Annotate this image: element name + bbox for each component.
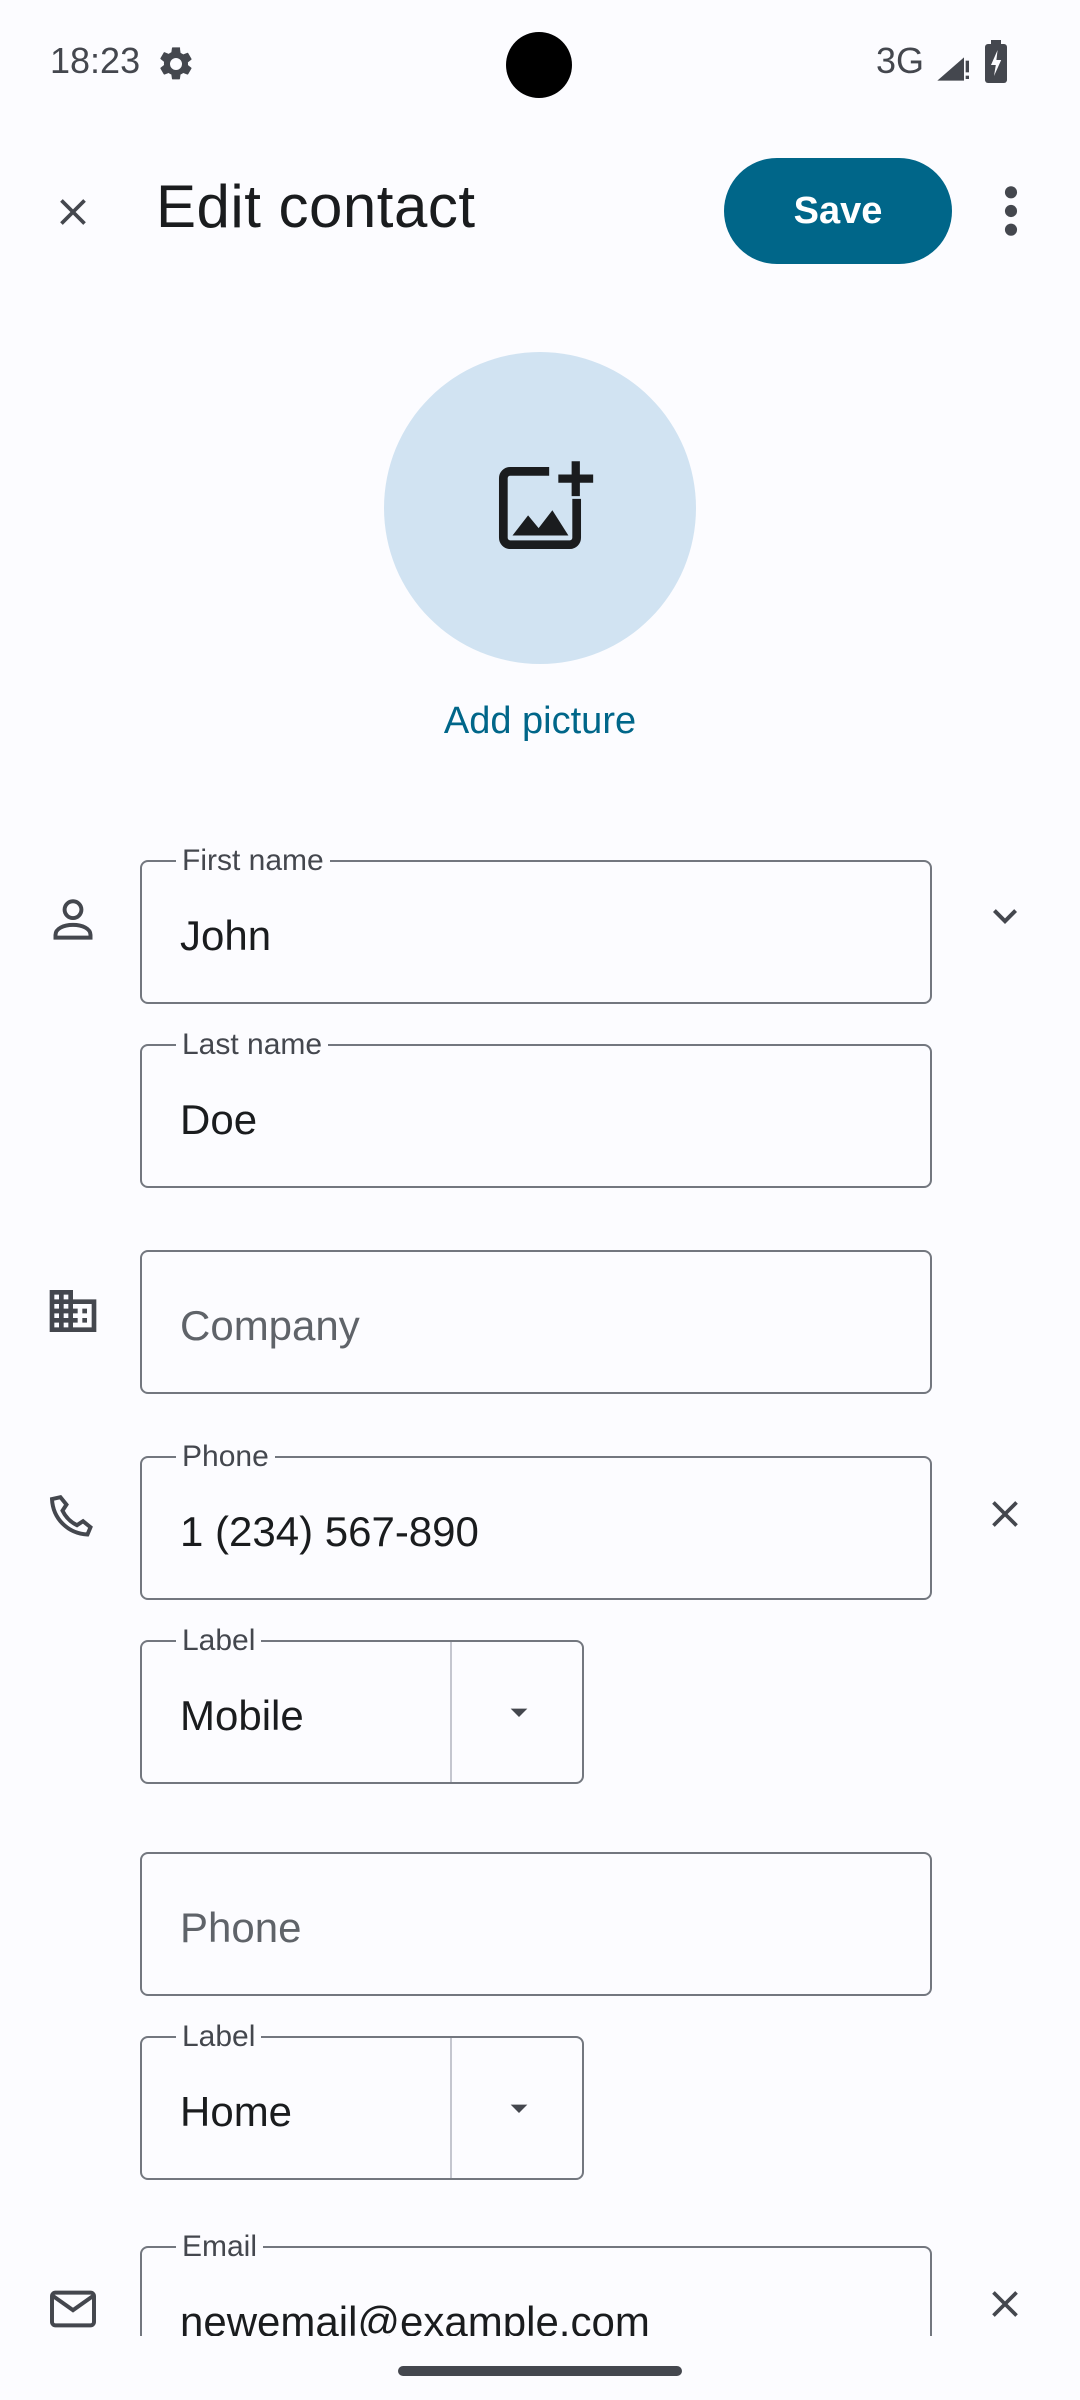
new-phone-type-dropdown-button[interactable] (460, 2048, 578, 2168)
expand-name-button[interactable] (940, 846, 1070, 986)
more-vert-icon (1004, 186, 1018, 236)
phone-type-dropdown-button[interactable] (460, 1652, 578, 1772)
close-icon (60, 199, 86, 225)
last-name-value: Doe (180, 1096, 258, 1143)
email-label: Email (176, 2230, 264, 2264)
phone-field[interactable]: Phone 1 (234) 567-890 (140, 1440, 932, 1600)
person-icon (42, 888, 104, 950)
close-icon (992, 2291, 1018, 2317)
add-picture-button[interactable] (384, 352, 696, 664)
phone-type-label: Label (176, 1624, 262, 1658)
business-icon (42, 1280, 104, 1342)
new-phone-field[interactable]: Phone (140, 1852, 932, 1996)
network-type: 3G (876, 40, 925, 81)
phone-icon (42, 1486, 104, 1548)
remove-phone-button[interactable] (940, 1444, 1070, 1584)
close-icon (992, 1501, 1018, 1527)
chevron-down-icon (993, 909, 1017, 924)
status-time: 18:23 (50, 40, 141, 81)
phone-value: 1 (234) 567-890 (180, 1508, 479, 1555)
arrow-drop-down-icon (510, 2104, 528, 2113)
new-phone-type-label: Label (176, 2020, 262, 2054)
add-photo-icon (498, 461, 594, 550)
more-options-button[interactable] (956, 148, 1066, 274)
first-name-field[interactable]: First name John (140, 844, 932, 1004)
first-name-value: John (180, 912, 272, 959)
select-divider (450, 2038, 452, 2178)
new-phone-type-value: Home (180, 2088, 293, 2135)
first-name-label: First name (176, 844, 330, 878)
select-divider (450, 1642, 452, 1782)
status-bar: 18:23 3G (0, 0, 1080, 128)
company-placeholder: Company (180, 1302, 360, 1349)
new-phone-placeholder: Phone (180, 1904, 302, 1951)
phone-type-select[interactable]: Label Mobile (140, 1624, 584, 1784)
signal-icon (934, 44, 974, 84)
last-name-label: Last name (176, 1028, 329, 1062)
last-name-field[interactable]: Last name Doe (140, 1028, 932, 1188)
save-button[interactable]: Save (724, 158, 952, 264)
battery-charging-icon (984, 40, 1008, 84)
email-icon (42, 2278, 104, 2340)
company-field[interactable]: Company (140, 1250, 932, 1394)
phone-type-value: Mobile (180, 1692, 304, 1739)
phone-label: Phone (176, 1440, 275, 1474)
camera-cutout (506, 32, 572, 98)
close-button[interactable] (10, 142, 136, 282)
gesture-handle[interactable] (398, 2366, 682, 2376)
page-title: Edit contact (156, 173, 476, 240)
new-phone-type-select[interactable]: Label Home (140, 2020, 584, 2180)
add-picture-link[interactable]: Add picture (406, 700, 674, 760)
arrow-drop-down-icon (510, 1708, 528, 1717)
settings-icon (156, 44, 196, 84)
